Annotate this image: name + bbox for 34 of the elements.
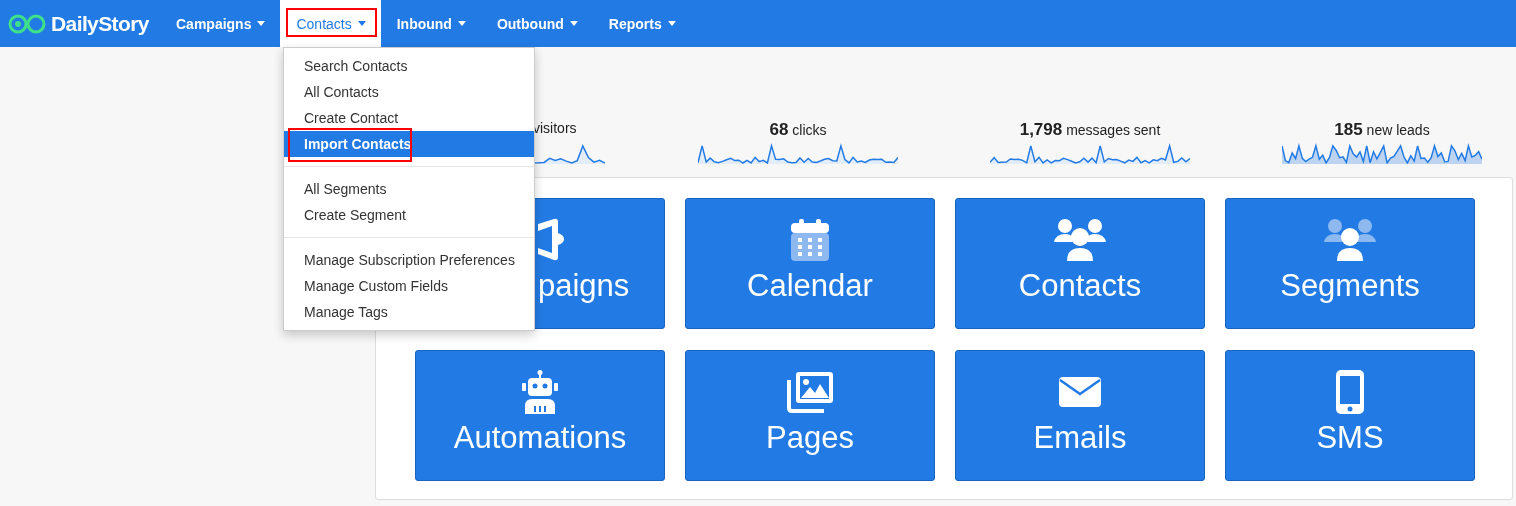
stat-label: 1,798 messages sent — [1019, 120, 1161, 141]
brand-name: DailyStory — [51, 11, 149, 36]
phone-icon — [1336, 369, 1364, 414]
stat-label: 185 new leads — [1334, 120, 1430, 141]
dashboard-tile[interactable]: Automations — [415, 350, 665, 481]
nav-menu-item[interactable]: Reports — [592, 0, 691, 47]
stat-label: 68 clicks — [769, 120, 827, 141]
caret-icon — [257, 21, 266, 26]
dashboard-tile[interactable]: Contacts — [955, 198, 1205, 329]
caret-icon — [357, 21, 366, 26]
nav-menu-item[interactable]: Contacts — [280, 0, 381, 47]
nav-menu-item[interactable]: Inbound — [380, 0, 481, 47]
robot-icon — [522, 369, 558, 414]
dashboard-tile[interactable]: Segments — [1225, 198, 1475, 329]
nav-menu-item[interactable]: Outbound — [480, 0, 593, 47]
dropdown-item[interactable]: All Contacts — [284, 79, 534, 105]
people-icon — [1324, 217, 1376, 262]
dropdown-item[interactable]: Create Contact — [284, 105, 534, 131]
dashboard-tile[interactable]: Calendar — [685, 198, 935, 329]
dashboard-tile[interactable]: Pages — [685, 350, 935, 481]
sparkline — [533, 142, 605, 164]
caret-icon — [569, 21, 578, 26]
dashboard-tile[interactable]: Emails — [955, 350, 1205, 481]
images-icon — [786, 369, 834, 414]
dropdown-item[interactable]: Search Contacts — [284, 53, 534, 79]
caret-icon — [457, 21, 466, 26]
megaphone-icon — [538, 217, 564, 262]
infinity-logo-icon — [8, 12, 48, 35]
caret-icon — [667, 21, 676, 26]
calendar-icon — [791, 217, 829, 262]
nav-menu-item[interactable]: Campaigns — [160, 0, 281, 47]
people-icon — [1054, 217, 1106, 262]
stat-label: visitors — [533, 120, 577, 138]
dashboard-tile[interactable]: SMS — [1225, 350, 1475, 481]
